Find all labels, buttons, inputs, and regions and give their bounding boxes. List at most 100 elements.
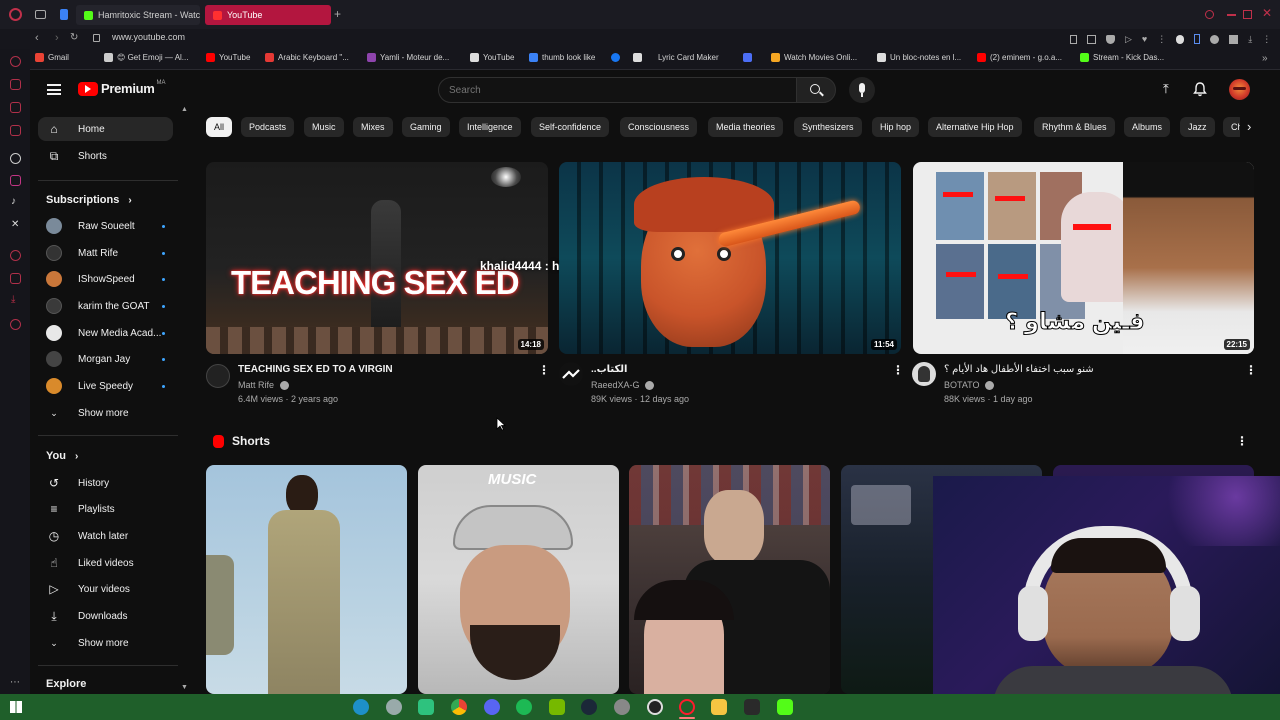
aria-icon[interactable] — [10, 56, 21, 67]
tab-kick-stream[interactable]: Hamritoxic Stream - Watch — [76, 5, 200, 25]
tab-youtube[interactable]: YouTube — [205, 5, 331, 25]
chip-music[interactable]: Music — [304, 117, 344, 137]
vpn-icon[interactable] — [1210, 34, 1220, 44]
bookmark-facebook[interactable] — [611, 53, 624, 62]
account-avatar[interactable] — [1229, 79, 1250, 100]
channel-avatar[interactable] — [912, 362, 936, 386]
shield-icon[interactable] — [1106, 34, 1115, 44]
sidebar-item-history[interactable]: ↺ History — [38, 471, 173, 495]
bookmark-kick[interactable]: Stream - Kick Das... — [1080, 53, 1164, 62]
url-field[interactable]: www.youtube.com — [112, 32, 185, 42]
file-explorer-icon[interactable] — [711, 699, 727, 715]
subscription-item[interactable]: Morgan Jay — [38, 347, 173, 371]
bookmark-youtube[interactable]: YouTube — [206, 53, 250, 62]
chrome-icon[interactable] — [451, 699, 467, 715]
nvidia-icon[interactable] — [549, 699, 565, 715]
download-icon[interactable]: ⤓ — [1248, 34, 1252, 45]
downloads-sidebar-icon[interactable]: ⤓ — [11, 294, 15, 305]
instagram-icon[interactable] — [10, 175, 21, 186]
play-icon[interactable]: ▷ — [1125, 34, 1132, 45]
video-title[interactable]: TEACHING SEX ED TO A VIRGIN — [238, 364, 393, 375]
subscriptions-heading[interactable]: Subscriptions › — [46, 194, 132, 206]
subscription-item[interactable]: Matt Rife — [38, 241, 173, 265]
opera-taskbar-icon[interactable] — [679, 699, 695, 715]
video-title[interactable]: ..الكتاب — [591, 364, 627, 375]
bookmark-notes[interactable]: Un bloc-notes en l... — [877, 53, 961, 62]
new-tab-button[interactable]: + — [334, 7, 341, 21]
chips-next-button[interactable]: › — [1240, 115, 1262, 139]
minimize-icon[interactable] — [1227, 14, 1236, 16]
sidebar-item-playlists[interactable]: ≡ Playlists — [38, 497, 173, 521]
menu-dots-icon[interactable]: ⋮ — [1157, 34, 1166, 45]
chip-rhythm-blues[interactable]: Rhythm & Blues — [1034, 117, 1115, 137]
search-tabs-icon[interactable] — [1205, 10, 1214, 19]
messenger-icon[interactable] — [10, 79, 21, 90]
channel-name[interactable]: RaeedXA-G — [591, 380, 655, 391]
settings-icon[interactable]: ⋮ — [1262, 34, 1271, 45]
telegram-icon[interactable] — [10, 125, 21, 136]
video-thumbnail[interactable]: 11:54 — [559, 162, 901, 354]
chip-mixes[interactable]: Mixes — [353, 117, 393, 137]
bookmark-icon[interactable] — [1070, 34, 1077, 44]
maximize-icon[interactable] — [1243, 10, 1252, 19]
sidebar-item-liked-videos[interactable]: ☝ Liked videos — [38, 551, 173, 575]
tiktok-icon[interactable]: ♪ — [11, 196, 16, 207]
search-input[interactable] — [449, 83, 779, 97]
history-sidebar-icon[interactable] — [10, 250, 21, 261]
store-icon[interactable] — [418, 699, 434, 715]
bookmark-docs[interactable] — [743, 53, 756, 62]
chip-synthesizers[interactable]: Synthesizers — [794, 117, 862, 137]
heart-icon[interactable]: ♥ — [1142, 34, 1147, 44]
chip-self-confidence[interactable]: Self-confidence — [531, 117, 610, 137]
channel-avatar[interactable] — [206, 364, 230, 388]
steam-icon[interactable] — [581, 699, 597, 715]
video-menu-icon[interactable]: ⋮ — [892, 363, 904, 377]
kick-app-icon[interactable] — [777, 699, 793, 715]
short-thumbnail[interactable] — [629, 465, 830, 694]
obs-icon[interactable] — [647, 699, 663, 715]
chip-hip-hop[interactable]: Hip hop — [872, 117, 920, 137]
sidebar-item-your-videos[interactable]: ▷ Your videos — [38, 577, 173, 601]
channel-avatar[interactable] — [559, 362, 583, 386]
forward-icon[interactable]: › — [55, 32, 59, 44]
subscription-item[interactable]: Live Speedy — [38, 374, 173, 398]
bookmark-thumb[interactable]: thumb look like — [529, 53, 595, 62]
sidebar-scroll-down-icon[interactable]: ▼ — [181, 684, 188, 691]
short-thumbnail[interactable]: MUSIC — [418, 465, 619, 694]
settings-sidebar-icon[interactable] — [10, 319, 21, 330]
chip-media-theories[interactable]: Media theories — [708, 117, 784, 137]
bookmark-getemoji[interactable]: 😊 Get Emoji — Al... — [104, 53, 188, 62]
spotify-icon[interactable] — [516, 699, 532, 715]
workspaces-icon[interactable] — [35, 10, 46, 19]
chip-podcasts[interactable]: Podcasts — [241, 117, 295, 137]
shorts-menu-icon[interactable]: ⋮ — [1236, 434, 1248, 448]
channel-name[interactable]: Matt Rife — [238, 380, 289, 391]
search-button[interactable] — [796, 77, 836, 103]
sidebar-item-downloads[interactable]: ⤓ Downloads — [38, 604, 173, 628]
browser-icon[interactable] — [386, 699, 402, 715]
bookmark-arabic-keyboard[interactable]: Arabic Keyboard "... — [265, 53, 349, 62]
sidebar-item-home[interactable]: ⌂ Home — [38, 117, 173, 141]
subscription-item[interactable]: New Media Acad... — [38, 321, 173, 345]
chatgpt-icon[interactable] — [10, 153, 21, 164]
extension-icon[interactable] — [1176, 34, 1185, 44]
chip-jazz[interactable]: Jazz — [1180, 117, 1215, 137]
bookmark-movies[interactable]: Watch Movies Onli... — [771, 53, 857, 62]
bookmark-youtube-2[interactable]: YouTube — [470, 53, 514, 62]
video-menu-icon[interactable]: ⋮ — [1245, 363, 1257, 377]
chip-consciousness[interactable]: Consciousness — [620, 117, 698, 137]
subscription-item[interactable]: karim the GOAT — [38, 294, 173, 318]
opera-logo-icon[interactable] — [9, 8, 22, 21]
bookmark-yamli[interactable]: Yamli - Moteur de... — [367, 53, 449, 62]
chip-gaming[interactable]: Gaming — [402, 117, 450, 137]
snapshot-icon[interactable] — [1087, 34, 1096, 44]
settings-app-icon[interactable] — [614, 699, 630, 715]
video-menu-icon[interactable]: ⋮ — [538, 363, 550, 377]
chip-intelligence[interactable]: Intelligence — [459, 117, 521, 137]
pinboard-icon[interactable] — [10, 273, 21, 284]
show-more-you[interactable]: ⌄ Show more — [38, 631, 173, 655]
chip-albums[interactable]: Albums — [1124, 117, 1171, 137]
tab-list-icon[interactable] — [60, 9, 68, 20]
short-thumbnail[interactable] — [206, 465, 407, 694]
bookmark-gmail[interactable]: Gmail — [35, 53, 69, 62]
